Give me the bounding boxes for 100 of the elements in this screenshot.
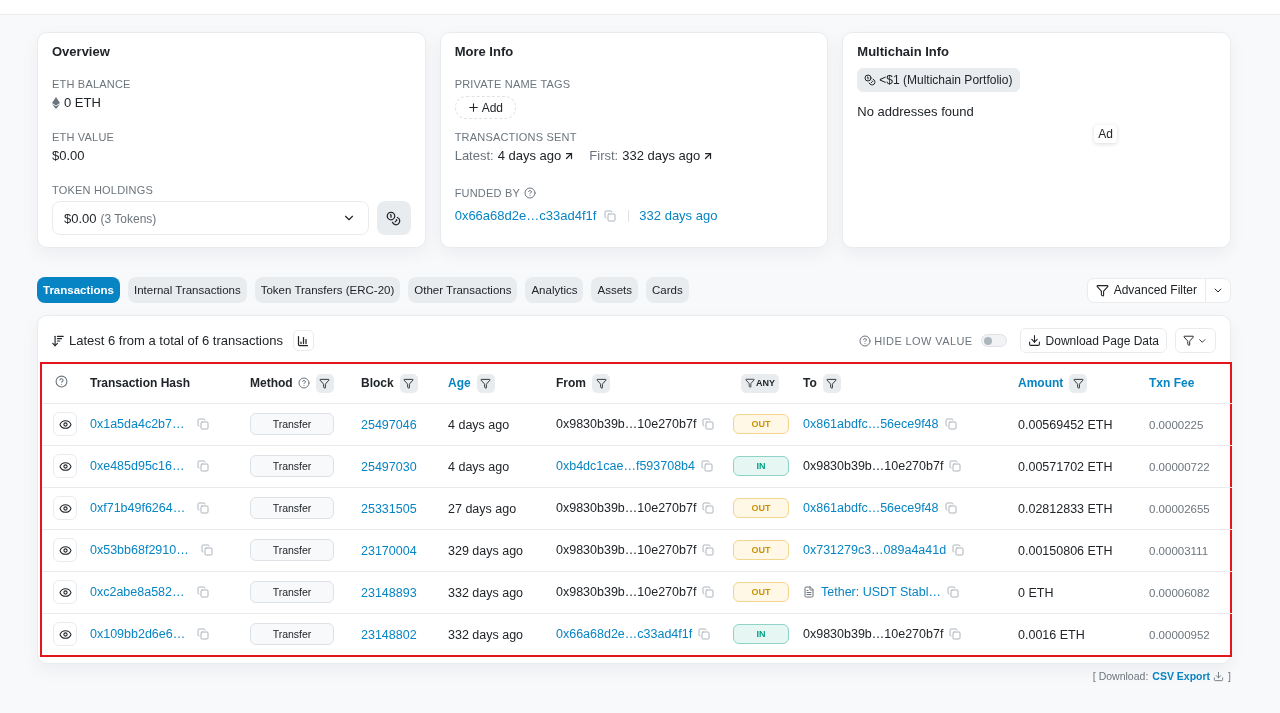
tab[interactable]: Internal Transactions <box>127 277 247 303</box>
filter-button[interactable] <box>592 373 610 393</box>
copy-icon[interactable] <box>701 460 713 472</box>
address-link[interactable]: 0x731279c3…089a4a41d <box>803 543 947 557</box>
filter-button[interactable] <box>315 373 334 393</box>
fee-text: 0.00000952 <box>1149 628 1210 641</box>
latest-link[interactable]: 4 days ago <box>497 147 576 165</box>
copy-icon[interactable] <box>196 460 209 472</box>
copy-icon[interactable] <box>200 544 213 556</box>
tab[interactable]: Assets <box>591 277 638 303</box>
filter-button[interactable] <box>822 373 841 393</box>
hash-link[interactable]: 0x109bb2d6e6… <box>90 627 186 642</box>
funnel-icon <box>745 378 755 389</box>
copy-icon[interactable] <box>702 544 715 556</box>
preview-button[interactable] <box>53 454 77 478</box>
filter-dropdown-button[interactable] <box>1175 328 1216 353</box>
address-link[interactable]: 0x861abdfc…56ece9f48 <box>803 417 939 431</box>
csv-export-link[interactable]: CSV Export <box>1152 670 1225 682</box>
bar-chart-icon <box>297 334 310 347</box>
copy-icon[interactable] <box>702 586 715 598</box>
address-text: 0x9830b39b…10e270b7f <box>556 543 697 557</box>
coins-icon <box>864 74 877 86</box>
copy-icon[interactable] <box>944 502 957 514</box>
hide-low-value-label: HIDE LOW VALUE <box>874 334 973 347</box>
add-tag-button[interactable]: Add <box>454 96 516 119</box>
copy-icon[interactable] <box>604 210 617 222</box>
fee-text: 0.00003111 <box>1149 544 1209 557</box>
hash-link[interactable]: 0xe485d95c16… <box>90 459 185 473</box>
tab[interactable]: Token Transfers (ERC-20) <box>254 277 401 303</box>
funnel-icon <box>1183 334 1195 347</box>
age-text: 4 days ago <box>448 417 510 432</box>
sort-link[interactable]: Age <box>448 376 471 391</box>
portfolio-button[interactable]: <$1 (Multichain Portfolio) <box>857 68 1021 92</box>
tab[interactable]: Other Transactions <box>408 277 518 303</box>
copy-icon[interactable] <box>702 502 715 514</box>
copy-icon[interactable] <box>197 502 210 514</box>
tab[interactable]: Analytics <box>525 277 584 303</box>
funnel-icon <box>1095 283 1109 297</box>
footer-text: ] <box>1228 670 1231 682</box>
preview-button[interactable] <box>53 622 77 647</box>
block-link[interactable]: 23148802 <box>361 627 417 642</box>
card-title: Overview <box>52 43 111 61</box>
funnel-icon <box>319 377 331 389</box>
copy-icon[interactable] <box>196 418 209 430</box>
copy-icon[interactable] <box>949 460 962 472</box>
token-holdings-dropdown[interactable]: $0.00 (3 Tokens) <box>52 201 369 235</box>
sort-link[interactable]: Txn Fee <box>1149 376 1195 391</box>
tab[interactable]: Transactions <box>37 277 120 303</box>
copy-icon[interactable] <box>196 586 209 598</box>
amount-text: 0.00569452 ETH <box>1018 417 1113 432</box>
hash-link[interactable]: 0xc2abe8a582… <box>90 585 185 599</box>
direction-filter-button[interactable]: ANY <box>741 373 779 393</box>
ad-label: Ad <box>1094 125 1117 143</box>
hash-link[interactable]: 0xf71b49f6264… <box>90 501 186 515</box>
filter-button[interactable] <box>399 373 418 393</box>
preview-button[interactable] <box>53 580 77 604</box>
copy-icon[interactable] <box>952 544 965 556</box>
field-label: FUNDED BY <box>454 186 521 200</box>
block-link[interactable]: 25497046 <box>361 417 417 432</box>
fee-text: 0.00006082 <box>1149 586 1210 599</box>
address-link[interactable]: 0x66a68d2e…c33ad4f1f <box>556 627 693 642</box>
copy-icon[interactable] <box>698 628 711 641</box>
preview-button[interactable] <box>53 538 77 562</box>
age-text: 329 days ago <box>448 543 524 558</box>
address-link[interactable]: 0x66a68d2e…c33ad4f1f <box>454 207 597 225</box>
block-link[interactable]: 25497030 <box>361 459 417 474</box>
chart-button[interactable] <box>292 330 314 351</box>
column-heading: Transaction Hash <box>90 376 191 391</box>
download-button[interactable]: Download Page Data <box>1019 328 1167 353</box>
summary-text: Latest 6 from a total of 6 transactions <box>69 333 283 348</box>
eye-icon <box>58 543 72 557</box>
address-link[interactable]: 0xb4dc1cae…f593708b4 <box>556 459 695 473</box>
age-text: 332 days ago <box>448 585 524 600</box>
hash-link[interactable]: 0x1a5da4c2b7… <box>90 417 185 431</box>
block-link[interactable]: 25331505 <box>361 501 417 516</box>
coins-button[interactable] <box>376 201 411 235</box>
funded-time-link[interactable]: 332 days ago <box>639 207 718 225</box>
filter-button[interactable] <box>1069 373 1088 393</box>
address-link[interactable]: 0x861abdfc…56ece9f48 <box>803 501 939 515</box>
field-label: ETH BALANCE <box>52 77 131 91</box>
first-link[interactable]: 332 days ago <box>622 147 715 165</box>
download-icon <box>1213 670 1225 682</box>
copy-icon[interactable] <box>197 628 210 641</box>
sort-link[interactable]: Amount <box>1018 376 1064 391</box>
coins-icon <box>386 210 402 226</box>
preview-button[interactable] <box>53 412 77 436</box>
field-value: 0 ETH <box>64 94 101 112</box>
copy-icon[interactable] <box>944 418 957 430</box>
hash-link[interactable]: 0x53bb68f2910… <box>90 543 189 557</box>
block-link[interactable]: 23170004 <box>361 543 417 558</box>
copy-icon[interactable] <box>949 628 962 641</box>
block-link[interactable]: 23148893 <box>361 585 417 600</box>
preview-button[interactable] <box>53 496 77 520</box>
tab[interactable]: Cards <box>646 277 689 303</box>
hide-low-value-toggle[interactable] <box>980 334 1007 347</box>
filter-button[interactable] <box>476 373 495 393</box>
copy-icon[interactable] <box>702 418 715 430</box>
copy-icon[interactable] <box>946 586 959 598</box>
contract-link[interactable]: Tether: USDT Stabl… <box>821 585 941 599</box>
amount-text: 0.00571702 ETH <box>1018 459 1113 474</box>
